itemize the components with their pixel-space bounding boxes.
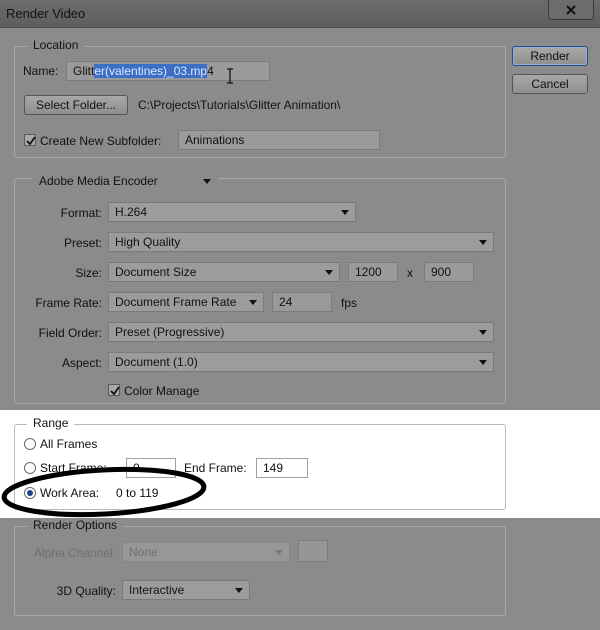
framerate-dropdown[interactable]: Document Frame Rate: [108, 292, 264, 312]
checkmark-icon: [110, 386, 120, 396]
format-value: H.264: [115, 205, 148, 219]
chevron-down-icon: [249, 300, 257, 305]
aspect-value: Document (1.0): [115, 355, 198, 369]
location-legend: Location: [27, 38, 85, 52]
name-text-post: 4: [207, 64, 214, 78]
render-options-legend: Render Options: [27, 518, 124, 532]
encoder-value: Adobe Media Encoder: [39, 174, 158, 188]
quality-dropdown[interactable]: Interactive: [122, 580, 250, 600]
create-subfolder-label: Create New Subfolder:: [40, 134, 162, 148]
create-subfolder-checkbox[interactable]: [24, 134, 36, 146]
chevron-down-icon: [325, 270, 333, 275]
render-options-group: Render Options: [14, 518, 506, 616]
range-legend: Range: [27, 416, 75, 430]
chevron-down-icon: [479, 240, 487, 245]
name-text-pre: Glitt: [73, 64, 95, 78]
framerate-label: Frame Rate:: [35, 296, 102, 310]
alpha-channel-dropdown[interactable]: None: [122, 542, 290, 562]
field-order-value: Preset (Progressive): [115, 325, 225, 339]
close-button[interactable]: [548, 0, 594, 20]
subfolder-input[interactable]: Animations: [178, 130, 380, 150]
checkmark-icon: [26, 136, 36, 146]
select-folder-button[interactable]: Select Folder...: [24, 95, 128, 115]
chevron-down-icon: [479, 360, 487, 365]
title-bar: Render Video: [0, 0, 600, 28]
alpha-channel-label: Alpha Channel:: [33, 546, 116, 560]
size-separator: x: [407, 266, 413, 280]
height-input[interactable]: 900: [424, 262, 474, 282]
size-value: Document Size: [115, 265, 197, 279]
render-button[interactable]: Render: [512, 46, 588, 66]
fps-input[interactable]: 24: [272, 292, 332, 312]
size-label: Size:: [75, 266, 102, 280]
text-cursor-icon: [227, 68, 233, 84]
name-text-selected: er(valentines)_03.mp: [94, 64, 208, 78]
chevron-down-icon: [235, 588, 243, 593]
aspect-label: Aspect:: [61, 356, 102, 370]
dialog-body: Render Cancel Location Name: Glitter(val…: [0, 28, 600, 630]
cancel-button[interactable]: Cancel: [512, 74, 588, 94]
color-manage-label: Color Manage: [124, 384, 200, 398]
close-icon: [566, 4, 576, 15]
alpha-channel-value: None: [129, 545, 158, 559]
width-input[interactable]: 1200: [348, 262, 398, 282]
fps-unit: fps: [341, 296, 358, 310]
name-label: Name:: [23, 64, 59, 78]
chevron-down-icon: [275, 550, 283, 555]
color-manage-checkbox[interactable]: [108, 384, 120, 396]
preset-dropdown[interactable]: High Quality: [108, 232, 494, 252]
preset-label: Preset:: [63, 236, 102, 250]
quality-value: Interactive: [129, 583, 185, 597]
format-dropdown[interactable]: H.264: [108, 202, 356, 222]
quality-label: 3D Quality:: [56, 584, 116, 598]
window-title: Render Video: [6, 6, 86, 21]
chevron-down-icon: [203, 179, 211, 184]
all-frames-radio[interactable]: [24, 438, 36, 450]
aspect-dropdown[interactable]: Document (1.0): [108, 352, 494, 372]
range-highlight: Range All Frames Start Frame: 0 End Fram…: [0, 410, 600, 518]
field-order-dropdown[interactable]: Preset (Progressive): [108, 322, 494, 342]
end-frame-input[interactable]: 149: [256, 458, 308, 478]
framerate-value: Document Frame Rate: [115, 295, 237, 309]
field-order-label: Field Order:: [38, 326, 102, 340]
preset-value: High Quality: [115, 235, 181, 249]
annotation-ellipse: [1, 466, 207, 518]
name-input[interactable]: Glitter(valentines)_03.mp4: [66, 61, 270, 81]
encoder-dropdown[interactable]: Adobe Media Encoder: [32, 171, 218, 191]
chevron-down-icon: [479, 330, 487, 335]
size-dropdown[interactable]: Document Size: [108, 262, 340, 282]
chevron-down-icon: [341, 210, 349, 215]
alpha-color-swatch[interactable]: [298, 540, 328, 562]
format-label: Format:: [60, 206, 102, 220]
all-frames-label: All Frames: [40, 437, 98, 451]
folder-path: C:\Projects\Tutorials\Glitter Animation\: [138, 98, 341, 112]
